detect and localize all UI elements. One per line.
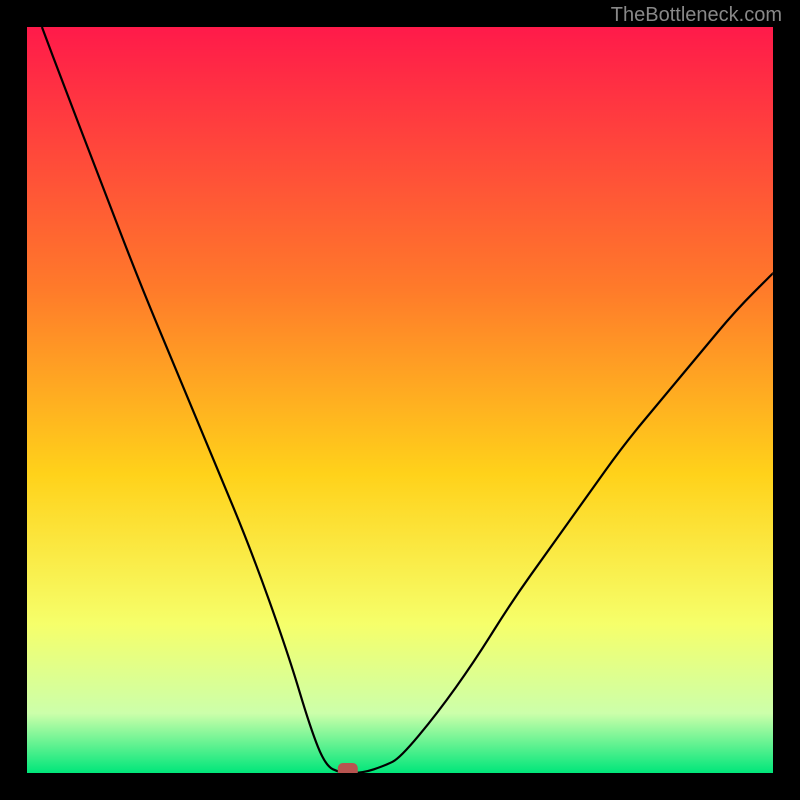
bottleneck-chart — [27, 27, 773, 773]
minimum-marker — [338, 763, 358, 773]
watermark-text: TheBottleneck.com — [611, 4, 782, 27]
chart-svg — [27, 27, 773, 773]
